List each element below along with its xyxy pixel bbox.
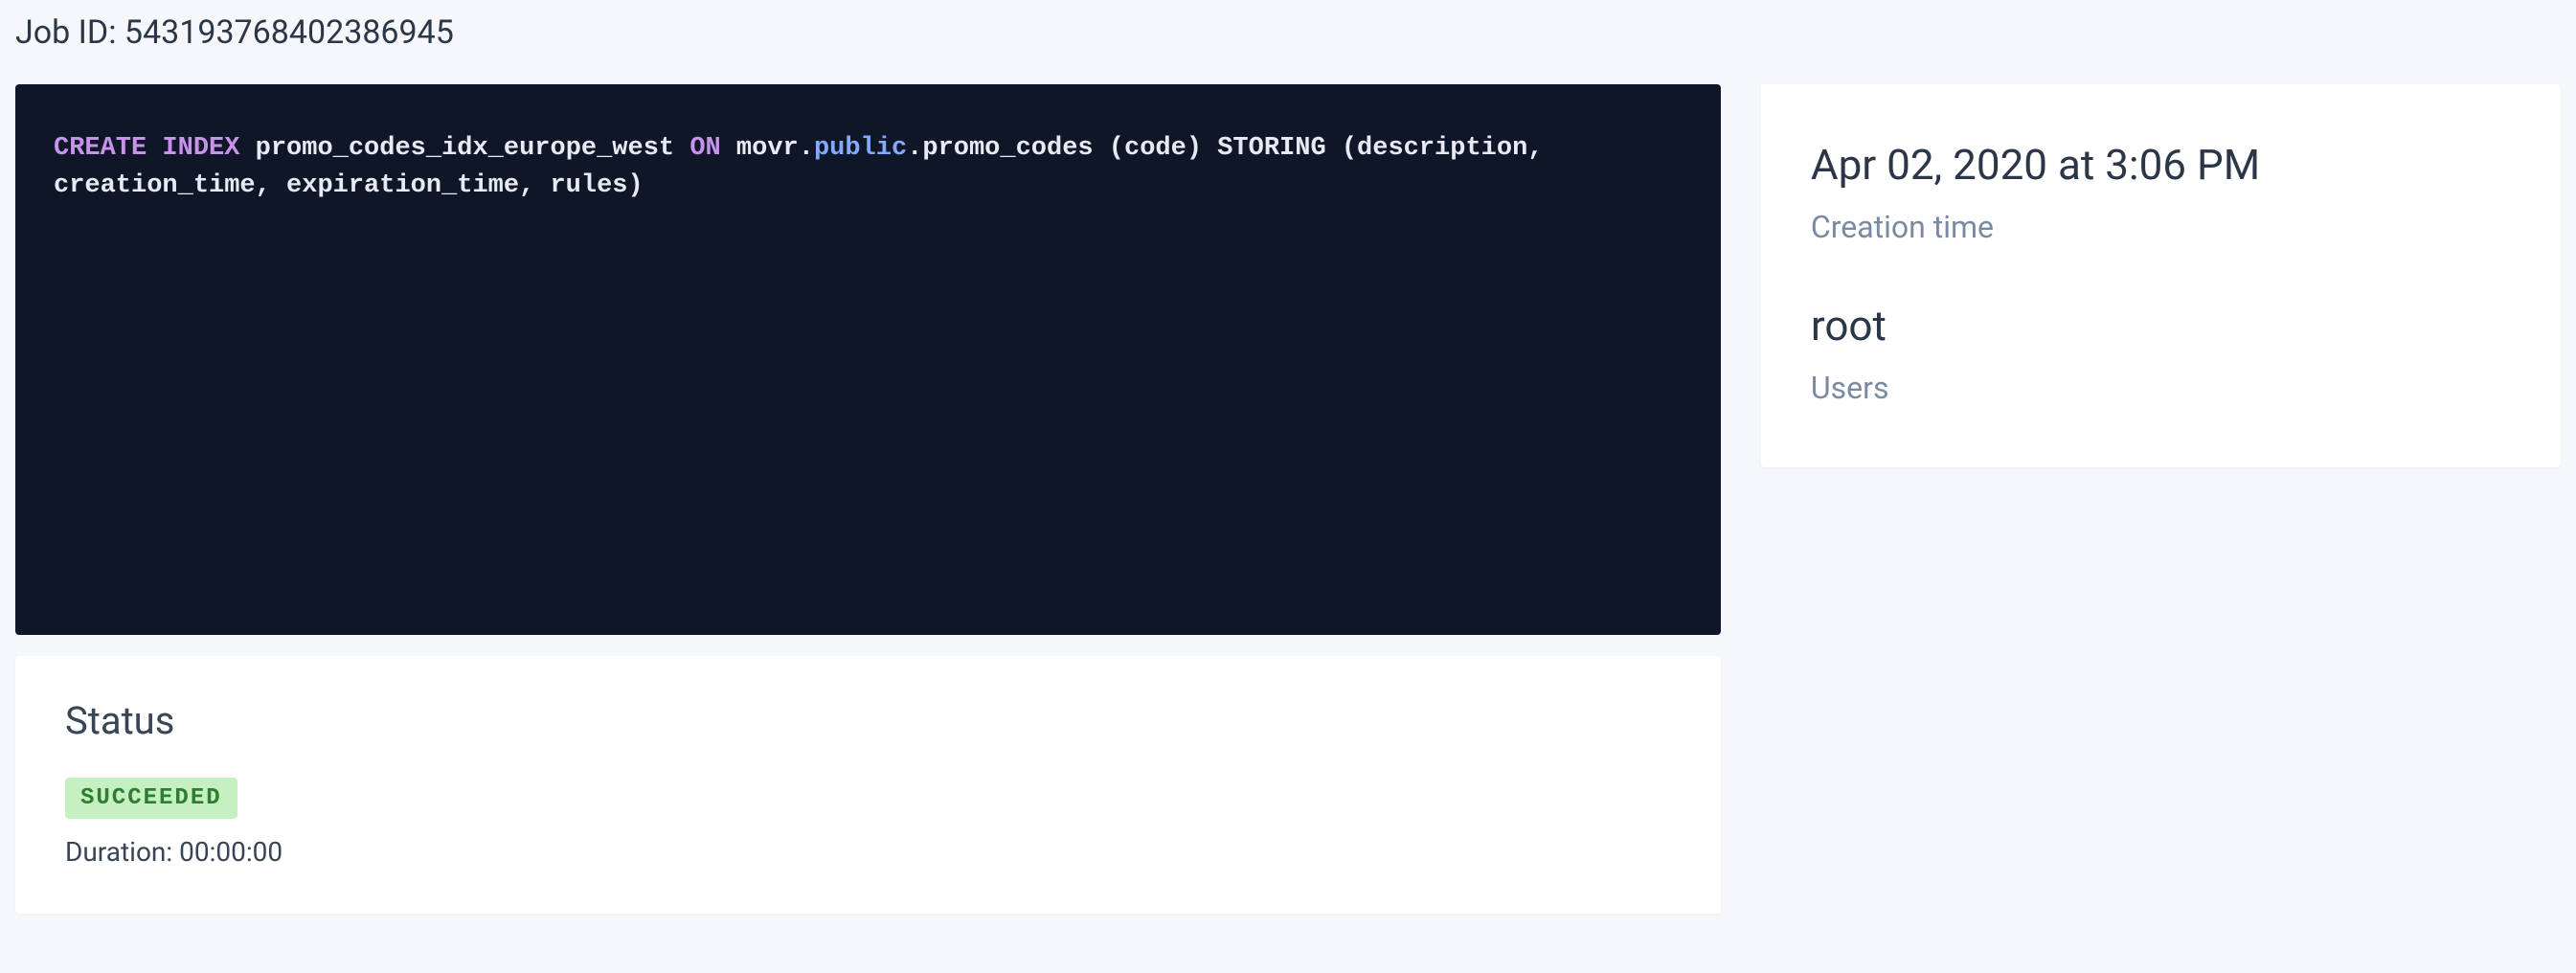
creation-time-label: Creation time (1811, 209, 2511, 245)
status-card: Status SUCCEEDED Duration: 00:00:00 (15, 656, 1721, 914)
main-column: CREATE INDEX promo_codes_idx_europe_west… (15, 84, 1721, 914)
status-title: Status (65, 698, 1671, 743)
duration-value: 00:00:00 (179, 836, 282, 868)
sql-keyword-on: ON (689, 134, 720, 163)
sql-keyword-create-index: CREATE INDEX (54, 134, 239, 163)
sql-db-prefix: movr. (721, 134, 814, 163)
creation-time-value: Apr 02, 2020 at 3:06 PM (1811, 140, 2511, 190)
content-wrap: CREATE INDEX promo_codes_idx_europe_west… (15, 84, 2561, 914)
status-badge: SUCCEEDED (65, 778, 237, 819)
users-value: root (1811, 301, 2511, 351)
job-id-prefix: Job ID: (15, 13, 124, 52)
info-card: Apr 02, 2020 at 3:06 PM Creation time ro… (1761, 84, 2561, 467)
job-id-header: Job ID: 543193768402386945 (15, 13, 2561, 52)
status-duration: Duration: 00:00:00 (65, 836, 1671, 868)
sql-statement-card: CREATE INDEX promo_codes_idx_europe_west… (15, 84, 1721, 635)
duration-label: Duration: (65, 836, 179, 868)
users-label: Users (1811, 370, 2511, 406)
sql-index-name: promo_codes_idx_europe_west (239, 134, 689, 163)
sql-public-schema: public (814, 134, 907, 163)
side-column: Apr 02, 2020 at 3:06 PM Creation time ro… (1761, 84, 2561, 467)
job-id-value: 543193768402386945 (124, 13, 454, 52)
